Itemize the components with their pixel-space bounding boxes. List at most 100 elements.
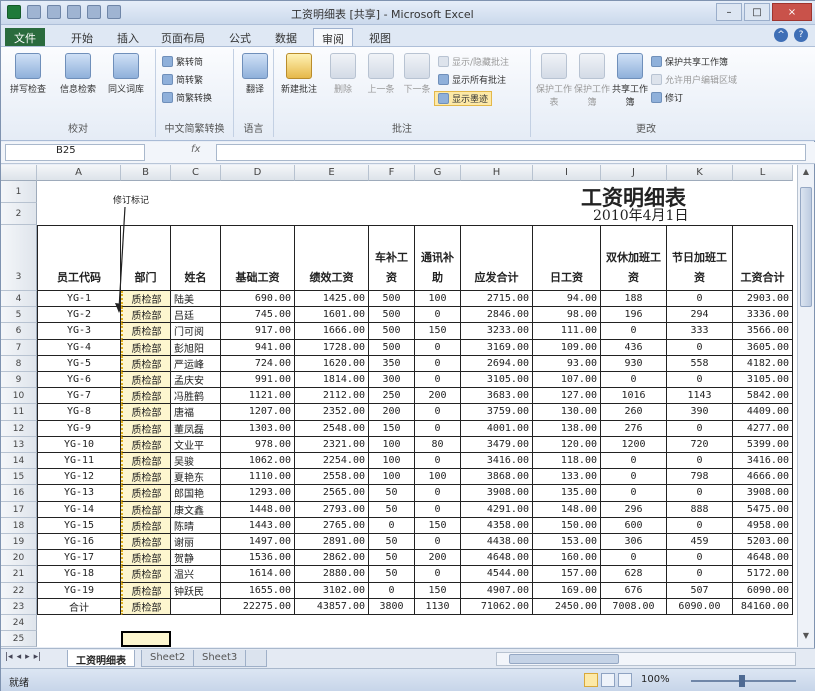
table-cell[interactable]: 2565.00 [295,485,369,502]
row-header[interactable]: 14 [1,453,37,470]
table-cell[interactable]: 陈晴 [171,517,221,534]
table-cell[interactable]: 100 [369,436,415,453]
table-cell[interactable]: 2352.00 [295,404,369,421]
total-cell[interactable]: 84160.00 [733,598,793,615]
department-cell[interactable]: 质检部 [121,501,171,518]
table-cell[interactable]: 吕廷 [171,307,221,324]
ribbon-collapse-icon[interactable]: ^ [774,28,788,42]
table-cell[interactable]: 0 [415,420,461,437]
table-cell[interactable]: 0 [601,485,667,502]
tab-review[interactable]: 审阅 [313,28,353,46]
table-cell[interactable]: 111.00 [533,323,601,340]
table-cell[interactable]: 孟庆安 [171,372,221,389]
horizontal-scroll-thumb[interactable] [509,654,619,664]
table-cell[interactable]: 1110.00 [221,469,295,486]
column-header[interactable]: C [171,165,221,181]
table-cell[interactable]: 2548.00 [295,420,369,437]
table-cell[interactable]: 276 [601,420,667,437]
table-cell[interactable]: 3908.00 [461,485,533,502]
table-cell[interactable]: 100 [415,291,461,308]
table-cell[interactable]: 0 [601,469,667,486]
row-header[interactable]: 7 [1,339,37,356]
maximize-button[interactable]: □ [744,3,770,21]
table-cell[interactable]: 1303.00 [221,420,295,437]
department-cell[interactable]: 质检部 [121,566,171,583]
table-cell[interactable]: 690.00 [221,291,295,308]
row-header[interactable]: 2 [1,203,37,225]
table-cell[interactable]: 4001.00 [461,420,533,437]
table-cell[interactable]: 董凤磊 [171,420,221,437]
formula-input[interactable] [216,144,806,161]
sheet-tab-sheet3[interactable]: Sheet3 [193,650,247,667]
table-cell[interactable]: 1497.00 [221,534,295,551]
table-cell[interactable]: 0 [415,355,461,372]
table-cell[interactable]: 0 [667,453,733,470]
trad-to-simp-button[interactable]: 繁转简 [162,55,203,68]
table-cell[interactable]: 2891.00 [295,534,369,551]
delete-comment-button[interactable]: 删除 [322,53,364,95]
vertical-scroll-thumb[interactable] [800,187,812,307]
row-header[interactable]: 20 [1,550,37,567]
row-header[interactable]: 9 [1,372,37,389]
table-cell[interactable]: 夏艳东 [171,469,221,486]
new-comment-button[interactable]: 新建批注 [278,53,320,95]
table-cell[interactable]: 2880.00 [295,566,369,583]
close-button[interactable]: × [772,3,812,21]
table-cell[interactable]: 4666.00 [733,469,793,486]
table-cell[interactable]: 2862.00 [295,550,369,567]
table-cell[interactable]: 260 [601,404,667,421]
department-cell[interactable]: 质检部 [121,469,171,486]
table-cell[interactable]: 98.00 [533,307,601,324]
table-cell[interactable]: 1655.00 [221,582,295,599]
table-cell[interactable]: 3566.00 [733,323,793,340]
row-header[interactable]: 24 [1,615,37,631]
row-header[interactable]: 5 [1,307,37,324]
table-cell[interactable]: 2254.00 [295,453,369,470]
table-cell[interactable]: 文业平 [171,436,221,453]
row-header[interactable]: 10 [1,388,37,405]
table-cell[interactable]: 676 [601,582,667,599]
column-title-cell[interactable]: 日工资 [533,225,601,291]
tab-view[interactable]: 视图 [361,28,399,46]
total-label-cell[interactable]: 合计 [37,598,121,615]
table-cell[interactable]: 吴骏 [171,453,221,470]
table-cell[interactable]: 200 [415,388,461,405]
total-cell[interactable]: 71062.00 [461,598,533,615]
table-cell[interactable]: 917.00 [221,323,295,340]
table-cell[interactable]: 4958.00 [733,517,793,534]
table-cell[interactable]: 0 [601,550,667,567]
table-cell[interactable]: 门可阅 [171,323,221,340]
department-cell[interactable]: 质检部 [121,517,171,534]
table-cell[interactable]: 2903.00 [733,291,793,308]
table-cell[interactable]: 5842.00 [733,388,793,405]
protect-shared-workbook-button[interactable]: 保护共享工作簿 [651,55,728,68]
thesaurus-button[interactable]: 同义词库 [105,53,147,95]
table-cell[interactable]: 306 [601,534,667,551]
table-cell[interactable]: 150 [415,323,461,340]
table-cell[interactable]: 4277.00 [733,420,793,437]
table-cell[interactable]: 1536.00 [221,550,295,567]
table-cell[interactable]: 2846.00 [461,307,533,324]
table-cell[interactable]: 2558.00 [295,469,369,486]
table-cell[interactable]: 1062.00 [221,453,295,470]
department-cell[interactable]: 质检部 [121,372,171,389]
table-cell[interactable]: 200 [369,404,415,421]
table-cell[interactable]: YG-12 [37,469,121,486]
table-cell[interactable]: 6090.00 [733,582,793,599]
table-cell[interactable]: 300 [369,372,415,389]
table-cell[interactable]: 160.00 [533,550,601,567]
column-title-cell[interactable]: 应发合计 [461,225,533,291]
row-header[interactable]: 3 [1,225,37,291]
minimize-button[interactable]: – [716,3,742,21]
row-header[interactable]: 23 [1,598,37,615]
table-cell[interactable]: 507 [667,582,733,599]
table-cell[interactable]: 1443.00 [221,517,295,534]
table-cell[interactable]: 2765.00 [295,517,369,534]
redo-icon[interactable] [67,5,81,19]
table-cell[interactable]: 500 [369,307,415,324]
table-cell[interactable]: 2321.00 [295,436,369,453]
table-cell[interactable]: 150 [415,517,461,534]
table-cell[interactable]: 0 [415,485,461,502]
help-icon[interactable]: ? [794,28,808,42]
table-cell[interactable]: 459 [667,534,733,551]
